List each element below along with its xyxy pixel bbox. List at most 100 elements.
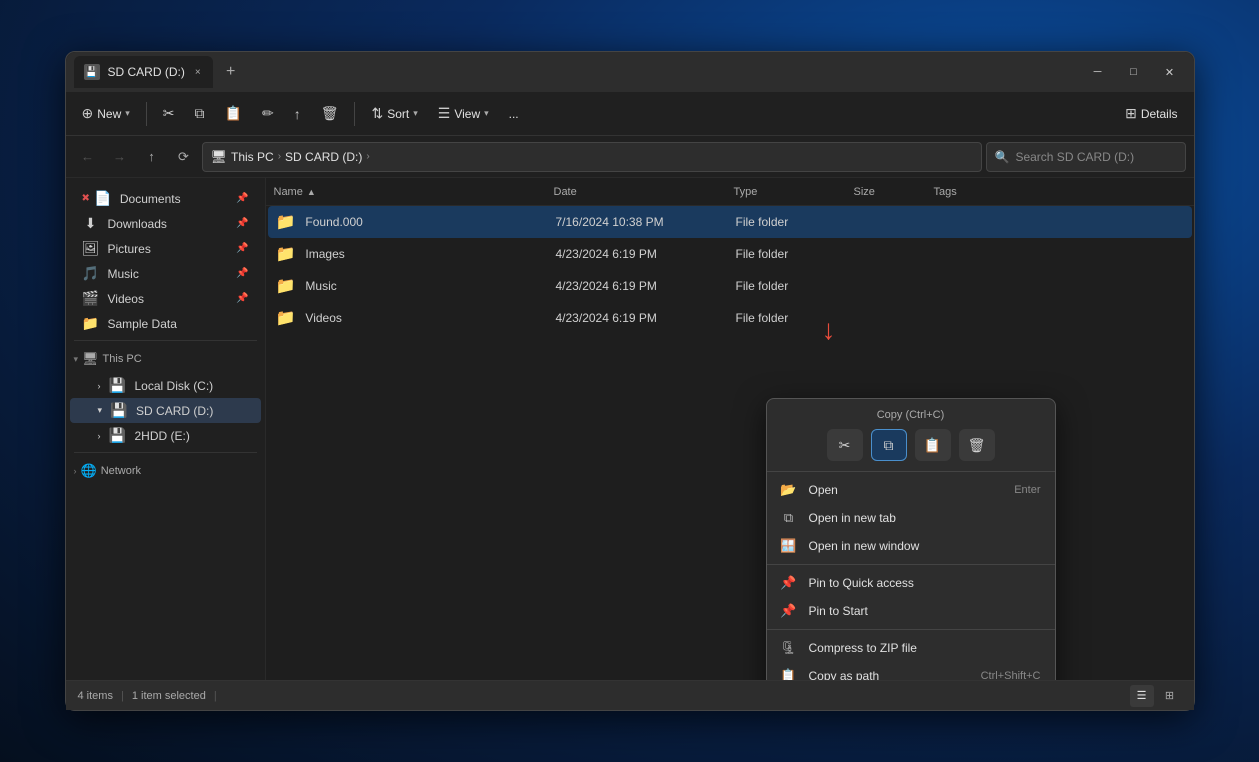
sidebar-item-local-disk[interactable]: › 💾 Local Disk (C:) [70, 373, 261, 398]
network-icon: 🌐 [81, 463, 97, 479]
active-tab[interactable]: 💾 SD CARD (D:) × [74, 56, 213, 88]
cut-icon: ✂ [163, 105, 175, 122]
delete-icon: 🗑 [321, 105, 339, 122]
col-header-date[interactable]: Date [554, 186, 734, 198]
view-toggle-buttons: ☰ ⊞ [1130, 685, 1182, 707]
network-arrow: › [74, 466, 77, 476]
refresh-button[interactable]: ⟳ [170, 143, 198, 171]
sidebar-item-sd-card[interactable]: ▾ 💾 SD CARD (D:) [70, 398, 261, 423]
ctx-pin-start-icon: 📌 [781, 603, 797, 619]
ctx-paste-button[interactable]: 📋 [915, 429, 951, 461]
file-row-music[interactable]: 📁 Music 4/23/2024 6:19 PM File folder [268, 270, 1192, 302]
grid-view-button[interactable]: ⊞ [1158, 685, 1182, 707]
ctx-item-open-new-tab[interactable]: ⧉ Open in new tab [767, 504, 1055, 532]
sidebar-separator-1 [74, 340, 257, 341]
ctx-compress-icon: 🗜 [781, 640, 797, 656]
file-row-videos[interactable]: 📁 Videos 4/23/2024 6:19 PM File folder [268, 302, 1192, 334]
file-type-videos: File folder [736, 311, 856, 325]
this-pc-section[interactable]: ▾ 🖥 This PC [66, 345, 265, 373]
path-this-pc: This PC [231, 150, 274, 164]
file-row-images[interactable]: 📁 Images 4/23/2024 6:19 PM File folder [268, 238, 1192, 270]
new-tab-button[interactable]: + [217, 58, 245, 86]
copy-tooltip: Copy (Ctrl+C) [877, 409, 945, 421]
maximize-button[interactable]: □ [1118, 60, 1150, 84]
file-name-found000: 📁 Found.000 [276, 212, 556, 232]
ctx-item-open[interactable]: 📂 Open Enter [767, 476, 1055, 504]
toolbar-separator-1 [146, 102, 147, 126]
sort-button[interactable]: ⇅ Sort ▾ [363, 101, 425, 126]
ctx-cut-button[interactable]: ✂ [827, 429, 863, 461]
new-button[interactable]: ⊕ New ▾ [74, 101, 138, 126]
col-header-size[interactable]: Size [854, 186, 934, 198]
paste-button[interactable]: 📋 [217, 101, 250, 126]
downloads-label: Downloads [108, 217, 167, 231]
videos-pin-icon: 📌 [236, 293, 248, 304]
view-label: View [454, 107, 480, 121]
network-section[interactable]: › 🌐 Network [66, 457, 265, 485]
ctx-item-pin-quick-access[interactable]: 📌 Pin to Quick access [767, 569, 1055, 597]
minimize-button[interactable]: ─ [1082, 60, 1114, 84]
music-label: Music [108, 267, 139, 281]
ctx-copy-button[interactable]: ⧉ [871, 429, 907, 461]
list-view-button[interactable]: ☰ [1130, 685, 1154, 707]
context-menu-header: Copy (Ctrl+C) [767, 405, 1055, 429]
pictures-pin-icon: 📌 [236, 243, 248, 254]
tab-close-button[interactable]: × [193, 65, 203, 80]
ctx-item-pin-start[interactable]: 📌 Pin to Start [767, 597, 1055, 625]
computer-icon: 🖥 [211, 149, 228, 165]
rename-button[interactable]: ✏ [254, 101, 282, 126]
close-button[interactable]: ✕ [1154, 60, 1186, 84]
address-path[interactable]: 🖥 This PC › SD CARD (D:) › [202, 142, 982, 172]
search-icon: 🔍 [995, 150, 1010, 164]
back-button[interactable]: ← [74, 143, 102, 171]
sidebar-item-sample-data[interactable]: 📁 Sample Data [70, 311, 261, 336]
context-menu-sep-2 [767, 629, 1055, 630]
delete-button[interactable]: 🗑 [313, 101, 347, 126]
view-button[interactable]: ☰ View ▾ [430, 101, 497, 126]
path-separator-1: › [278, 151, 281, 162]
tab-icon: 💾 [84, 64, 100, 80]
sidebar-item-downloads[interactable]: ⬇ Downloads 📌 [70, 211, 261, 236]
share-button[interactable]: ↑ [286, 102, 309, 126]
path-separator-2: › [366, 151, 369, 162]
sidebar-item-music[interactable]: 🎵 Music 📌 [70, 261, 261, 286]
status-bar: 4 items | 1 item selected | ☰ ⊞ [66, 680, 1194, 710]
sort-label: Sort [387, 107, 409, 121]
items-count: 4 items [78, 690, 113, 702]
new-dropdown-icon: ▾ [125, 108, 130, 119]
ctx-item-open-new-window[interactable]: 🪟 Open in new window [767, 532, 1055, 560]
sample-data-label: Sample Data [108, 317, 177, 331]
pictures-label: Pictures [108, 242, 151, 256]
cut-button[interactable]: ✂ [155, 101, 183, 126]
ctx-item-compress-zip[interactable]: 🗜 Compress to ZIP file [767, 634, 1055, 662]
folder-icon-found000: 📁 [276, 212, 296, 232]
more-button[interactable]: ... [501, 103, 527, 125]
ctx-item-copy-path[interactable]: 📋 Copy as path Ctrl+Shift+C [767, 662, 1055, 680]
col-header-type[interactable]: Type [734, 186, 854, 198]
file-row-found000[interactable]: 📁 Found.000 7/16/2024 10:38 PM File fold… [268, 206, 1192, 238]
ctx-copy-path-label: Copy as path [809, 669, 880, 680]
file-date-found000: 7/16/2024 10:38 PM [556, 215, 736, 229]
downloads-pin-icon: 📌 [236, 218, 248, 229]
col-header-tags[interactable]: Tags [934, 186, 1186, 198]
up-button[interactable]: ↑ [138, 143, 166, 171]
sidebar-item-pictures[interactable]: 🖼 Pictures 📌 [70, 236, 261, 261]
file-date-videos: 4/23/2024 6:19 PM [556, 311, 736, 325]
details-button[interactable]: ⊞ Details [1117, 101, 1185, 126]
search-box[interactable]: 🔍 Search SD CARD (D:) [986, 142, 1186, 172]
sidebar-item-videos[interactable]: 🎬 Videos 📌 [70, 286, 261, 311]
forward-button[interactable]: → [106, 143, 134, 171]
file-name-text-music: Music [305, 279, 336, 293]
copy-button[interactable]: ⧉ [187, 101, 213, 126]
downloads-icon: ⬇ [82, 215, 100, 232]
col-header-name[interactable]: Name ▲ [274, 186, 554, 198]
file-name-videos: 📁 Videos [276, 308, 556, 328]
ctx-copy-path-shortcut: Ctrl+Shift+C [981, 670, 1041, 680]
sidebar-item-documents[interactable]: ✖ 📄 Documents 📌 [70, 186, 261, 211]
documents-icon: 📄 [94, 190, 112, 207]
sidebar-item-2hdd[interactable]: › 💾 2HDD (E:) [70, 423, 261, 448]
ctx-delete-button[interactable]: 🗑 [959, 429, 995, 461]
tab-title: SD CARD (D:) [108, 65, 185, 79]
selected-count: 1 item selected [132, 690, 206, 702]
file-date-images: 4/23/2024 6:19 PM [556, 247, 736, 261]
